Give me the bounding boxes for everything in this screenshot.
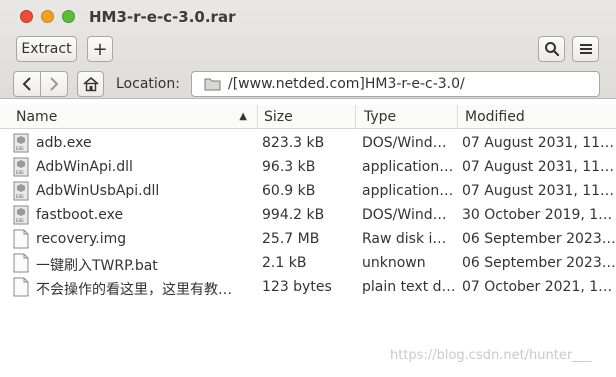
- archive-window: HM3-r-e-c-3.0.rar Extract + Location: /[…: [0, 0, 616, 377]
- extract-button[interactable]: Extract: [16, 36, 77, 62]
- file-row[interactable]: EXE fastboot.exe 994.2 kB DOS/Wind… 30 O…: [0, 203, 616, 227]
- watermark-text: https://blog.csdn.net/hunter___: [390, 348, 592, 363]
- file-modified: 06 September 2023…: [462, 255, 616, 271]
- svg-text:EXE: EXE: [16, 194, 24, 199]
- file-name: 一键刷入TWRP.bat: [36, 258, 158, 274]
- file-modified: 06 September 2023…: [462, 231, 616, 247]
- home-icon: [82, 76, 99, 92]
- column-header-type[interactable]: Type: [358, 105, 458, 129]
- menu-button[interactable]: [572, 36, 599, 62]
- file-type: DOS/Wind…: [362, 135, 447, 151]
- location-field[interactable]: /[www.netded.com]HM3-r-e-c-3.0/: [191, 71, 600, 97]
- file-modified: 07 October 2021, 1…: [462, 279, 613, 295]
- file-type: application…: [362, 159, 454, 175]
- file-size: 123 bytes: [262, 279, 332, 295]
- file-size: 2.1 kB: [262, 255, 307, 271]
- file-size: 823.3 kB: [262, 135, 325, 151]
- chevron-left-icon: [22, 77, 31, 91]
- file-name: fastboot.exe: [36, 207, 124, 223]
- hamburger-menu-icon: [579, 44, 592, 54]
- file-row[interactable]: EXE AdbWinApi.dll 96.3 kB application… 0…: [0, 155, 616, 179]
- file-size: 96.3 kB: [262, 159, 316, 175]
- file-size: 994.2 kB: [262, 207, 325, 223]
- forward-button[interactable]: [40, 71, 68, 97]
- add-files-button[interactable]: +: [87, 36, 113, 62]
- file-name: adb.exe: [36, 135, 92, 151]
- file-icon: [13, 253, 29, 273]
- file-icon: [13, 229, 29, 249]
- file-row[interactable]: 不会操作的看这里，这里有教… 123 bytes plain text d… 0…: [0, 275, 616, 299]
- window-title: HM3-r-e-c-3.0.rar: [89, 8, 236, 26]
- file-type: unknown: [362, 255, 426, 271]
- file-modified: 07 August 2031, 11…: [462, 159, 615, 175]
- svg-text:EXE: EXE: [16, 146, 24, 151]
- file-list: Name ▲ Size Type Modified EXE adb.exe 82…: [0, 105, 616, 377]
- sort-ascending-icon: ▲: [239, 111, 247, 122]
- exe-icon: EXE: [13, 205, 29, 225]
- file-modified: 07 August 2031, 11…: [462, 135, 615, 151]
- column-header-row: Name ▲ Size Type Modified: [0, 105, 616, 129]
- file-type: Raw disk i…: [362, 231, 447, 247]
- file-size: 25.7 MB: [262, 231, 320, 247]
- column-header-modified[interactable]: Modified: [459, 105, 616, 129]
- file-type: plain text d…: [362, 279, 454, 295]
- location-label: Location:: [116, 76, 180, 92]
- svg-text:EXE: EXE: [16, 218, 24, 223]
- column-header-name-label: Name: [16, 109, 58, 125]
- file-name: AdbWinApi.dll: [36, 159, 133, 175]
- file-row[interactable]: EXE adb.exe 823.3 kB DOS/Wind… 07 August…: [0, 131, 616, 155]
- file-size: 60.9 kB: [262, 183, 316, 199]
- chevron-right-icon: [50, 77, 59, 91]
- file-name: 不会操作的看这里，这里有教…: [36, 282, 232, 298]
- exe-icon: EXE: [13, 133, 29, 153]
- window-chrome: HM3-r-e-c-3.0.rar Extract + Location: /[…: [0, 0, 616, 99]
- file-modified: 30 October 2019, 1…: [462, 207, 613, 223]
- svg-text:EXE: EXE: [16, 170, 24, 175]
- file-row[interactable]: EXE AdbWinUsbApi.dll 60.9 kB application…: [0, 179, 616, 203]
- file-icon: [13, 277, 29, 297]
- file-type: DOS/Wind…: [362, 207, 447, 223]
- file-row[interactable]: 一键刷入TWRP.bat 2.1 kB unknown 06 September…: [0, 251, 616, 275]
- minimize-window-button[interactable]: [41, 10, 54, 23]
- exe-icon: EXE: [13, 157, 29, 177]
- maximize-window-button[interactable]: [62, 10, 75, 23]
- file-name: AdbWinUsbApi.dll: [36, 183, 160, 199]
- file-modified: 07 August 2031, 11…: [462, 183, 615, 199]
- file-type: application…: [362, 183, 454, 199]
- back-button[interactable]: [13, 71, 41, 97]
- column-header-size[interactable]: Size: [258, 105, 356, 129]
- close-window-button[interactable]: [20, 10, 33, 23]
- title-bar: HM3-r-e-c-3.0.rar: [0, 0, 616, 34]
- search-icon: [544, 42, 559, 57]
- home-button[interactable]: [77, 71, 104, 97]
- location-value: /[www.netded.com]HM3-r-e-c-3.0/: [228, 76, 465, 92]
- search-button[interactable]: [538, 36, 565, 62]
- file-name: recovery.img: [36, 231, 127, 247]
- exe-icon: EXE: [13, 181, 29, 201]
- file-row[interactable]: recovery.img 25.7 MB Raw disk i… 06 Sept…: [0, 227, 616, 251]
- folder-icon: [204, 78, 221, 91]
- column-header-name[interactable]: Name ▲: [8, 105, 258, 129]
